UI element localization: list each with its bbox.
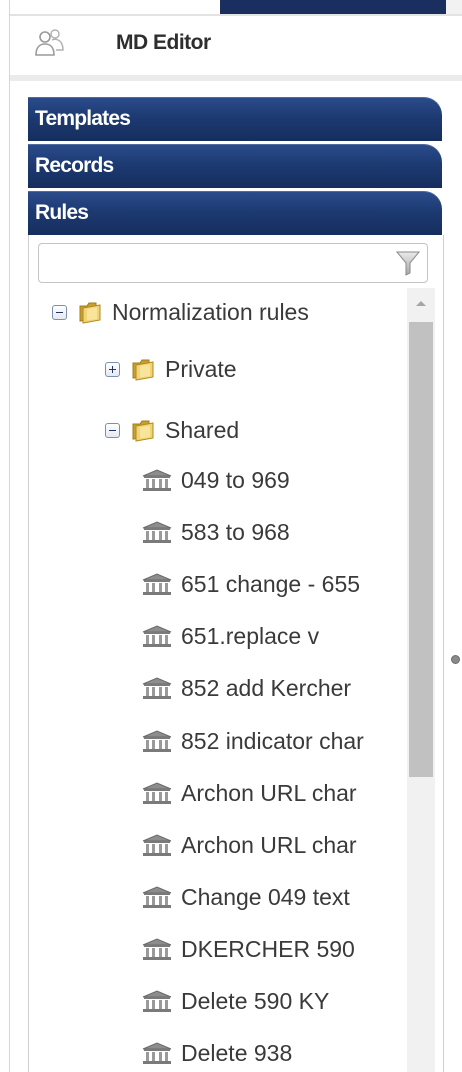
top-divider <box>10 14 462 16</box>
rule-label: 852 indicator char <box>181 727 364 754</box>
rule-item[interactable]: 651.replace v <box>141 616 319 656</box>
rule-label: Archon URL char <box>181 831 357 858</box>
rule-icon <box>141 467 173 493</box>
rules-tree: Normalization rules Private Shared 049 t… <box>29 288 404 1072</box>
filter-input[interactable] <box>43 246 387 280</box>
rule-label: DKERCHER 590 <box>181 935 355 962</box>
tree-node-label: Normalization rules <box>112 298 309 325</box>
accordion-rules[interactable]: Rules <box>28 191 442 235</box>
accordion-records[interactable]: Records <box>28 144 442 188</box>
tree-node-label: Shared <box>165 416 240 443</box>
rule-label: 583 to 968 <box>181 518 290 545</box>
expand-toggle-icon[interactable] <box>105 361 120 377</box>
accordion-records-label: Records <box>35 154 114 177</box>
rule-item[interactable]: 852 indicator char <box>141 721 364 761</box>
folder-icon <box>78 299 104 325</box>
top-navy-bar <box>220 0 446 14</box>
tree-node-private[interactable]: Private <box>105 349 237 389</box>
rule-label: Delete 938 <box>181 1039 293 1066</box>
sidebar-left-border <box>9 0 10 1072</box>
rule-icon <box>141 988 173 1014</box>
rule-label: 651.replace v <box>181 622 320 649</box>
rule-item[interactable]: 651 change - 655 <box>141 564 360 604</box>
scroll-up-arrow-icon[interactable] <box>407 288 435 318</box>
rule-icon <box>141 884 173 910</box>
rule-icon <box>141 623 173 649</box>
rule-label: 651 change - 655 <box>181 570 361 597</box>
rule-label: Delete 590 KY <box>181 987 330 1014</box>
rule-icon <box>141 936 173 962</box>
accordion-rules-label: Rules <box>35 201 89 224</box>
rule-item[interactable]: 852 add Kercher <box>141 668 351 708</box>
rule-item[interactable]: Archon URL char <box>141 825 357 865</box>
tree-scrollbar[interactable] <box>407 288 435 1072</box>
top-right-edge <box>446 0 462 14</box>
collapse-toggle-icon[interactable] <box>105 422 120 438</box>
rule-icon <box>141 571 173 597</box>
folder-icon <box>131 356 157 382</box>
rule-icon <box>141 1040 173 1066</box>
users-icon <box>32 27 66 61</box>
rule-label: Change 049 text <box>181 883 350 910</box>
app-title: MD Editor <box>116 31 211 54</box>
accordion-templates-label: Templates <box>35 107 131 130</box>
header-separator <box>10 75 462 81</box>
rule-icon <box>141 780 173 806</box>
tree-node-normalization-rules[interactable]: Normalization rules <box>52 292 309 332</box>
tree-node-label: Private <box>165 355 237 382</box>
rule-item[interactable]: 583 to 968 <box>141 512 290 552</box>
app-header: MD Editor <box>10 18 462 68</box>
rule-label: 852 add Kercher <box>181 674 352 701</box>
md-editor-sidebar: MD Editor Templates Records Rules Normal… <box>0 0 462 1072</box>
accordion-templates[interactable]: Templates <box>28 97 442 141</box>
filter-icon[interactable] <box>395 249 421 277</box>
rule-label: 049 to 969 <box>181 466 290 493</box>
rule-item[interactable]: Change 049 text <box>141 877 350 917</box>
filter-box <box>38 243 428 283</box>
splitter-handle[interactable] <box>451 655 460 664</box>
rule-icon <box>141 832 173 858</box>
rule-icon <box>141 728 173 754</box>
rule-icon <box>141 675 173 701</box>
scroll-thumb[interactable] <box>409 322 433 777</box>
rule-icon <box>141 519 173 545</box>
rule-item[interactable]: Archon URL char <box>141 773 357 813</box>
rule-item[interactable]: Delete 938 <box>141 1033 292 1072</box>
tree-node-shared[interactable]: Shared <box>105 410 239 450</box>
rule-label: Archon URL char <box>181 779 357 806</box>
rule-item[interactable]: DKERCHER 590 <box>141 929 355 969</box>
rule-item[interactable]: Delete 590 KY <box>141 981 329 1021</box>
collapse-toggle-icon[interactable] <box>52 304 67 320</box>
rule-item[interactable]: 049 to 969 <box>141 460 290 500</box>
folder-icon <box>131 417 157 443</box>
